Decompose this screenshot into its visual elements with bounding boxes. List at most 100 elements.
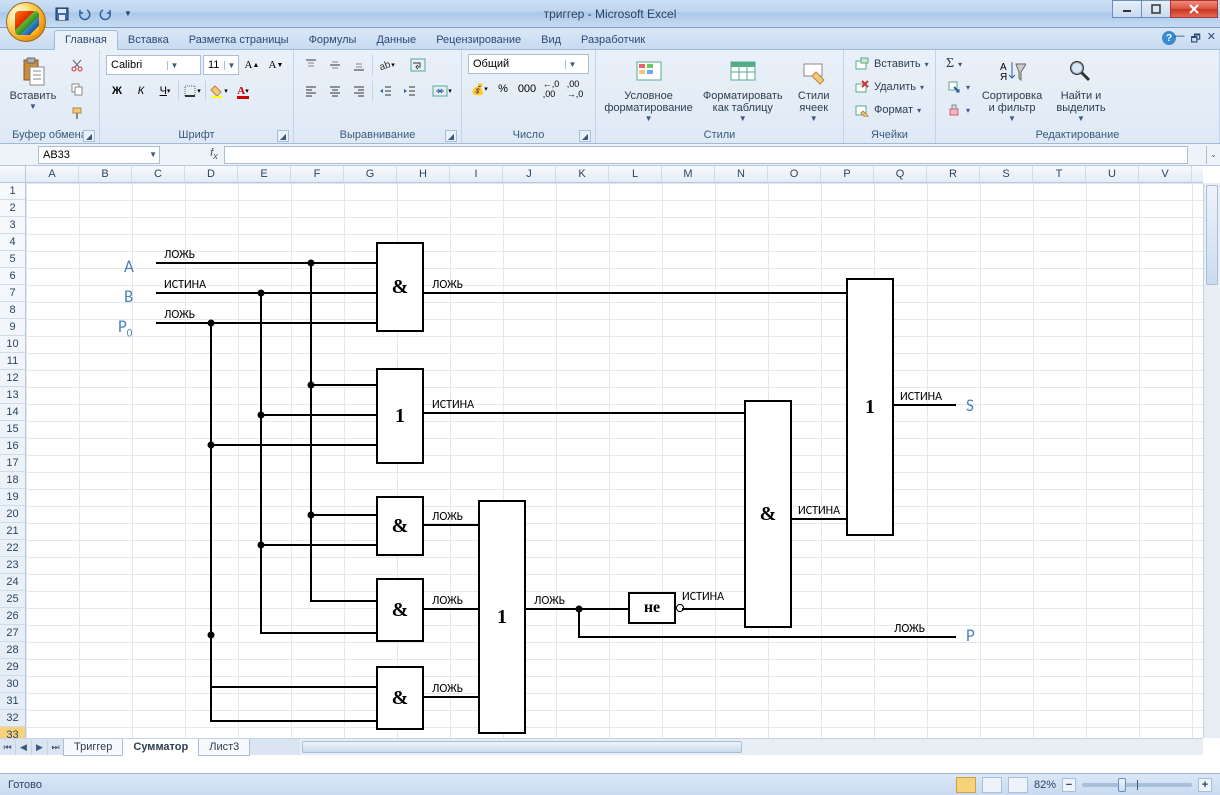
row-header[interactable]: 21 (0, 523, 25, 540)
mdi-restore[interactable]: 🗗 (1190, 30, 1200, 49)
column-header[interactable]: L (609, 166, 662, 182)
row-header[interactable]: 8 (0, 302, 25, 319)
mdi-minimize[interactable]: — (1173, 30, 1184, 49)
align-right-button[interactable] (348, 80, 370, 102)
column-header[interactable]: G (344, 166, 397, 182)
format-as-table-button[interactable]: Форматировать как таблицу▼ (701, 54, 784, 123)
view-normal-button[interactable] (956, 777, 976, 793)
column-header[interactable]: U (1086, 166, 1139, 182)
column-header[interactable]: N (715, 166, 768, 182)
row-header[interactable]: 17 (0, 455, 25, 472)
format-painter-button[interactable] (66, 102, 88, 124)
column-header[interactable]: O (768, 166, 821, 182)
number-dialog-launcher[interactable]: ◢ (579, 130, 591, 142)
wrap-text-button[interactable] (407, 54, 429, 76)
cell-styles-button[interactable]: Стили ячеек▼ (790, 54, 837, 123)
row-header[interactable]: 29 (0, 659, 25, 676)
border-button[interactable]: ▾ (181, 80, 203, 102)
column-header[interactable]: C (132, 166, 185, 182)
column-header[interactable]: S (980, 166, 1033, 182)
conditional-formatting-button[interactable]: Условное форматирование▼ (602, 54, 695, 123)
tab-home[interactable]: Главная (54, 30, 118, 50)
align-center-button[interactable] (324, 80, 346, 102)
vertical-scrollbar[interactable] (1203, 183, 1220, 738)
formula-expand[interactable]: ⌄ (1206, 146, 1220, 164)
zoom-slider[interactable] (1082, 783, 1192, 787)
align-left-button[interactable] (300, 80, 322, 102)
column-header[interactable]: B (79, 166, 132, 182)
row-header[interactable]: 24 (0, 574, 25, 591)
row-header[interactable]: 4 (0, 234, 25, 251)
sheet-nav-next[interactable]: ▶ (32, 740, 48, 755)
tab-view[interactable]: Вид (531, 31, 571, 49)
column-header[interactable]: K (556, 166, 609, 182)
underline-button[interactable]: Ч ▾ (154, 80, 176, 102)
tab-formulas[interactable]: Формулы (299, 31, 367, 49)
close-button[interactable] (1170, 0, 1218, 18)
sheet-tab-0[interactable]: Триггер (63, 739, 123, 756)
increase-indent-button[interactable] (399, 80, 421, 102)
format-cells-button[interactable]: Формат▾ (850, 100, 933, 120)
row-header[interactable]: 7 (0, 285, 25, 302)
column-header[interactable]: I (450, 166, 503, 182)
column-header[interactable]: H (397, 166, 450, 182)
column-header[interactable]: R (927, 166, 980, 182)
zoom-in-button[interactable]: + (1198, 778, 1212, 792)
orientation-button[interactable]: ab▾ (375, 54, 397, 76)
font-name-combo[interactable]: Calibri▼ (106, 55, 201, 75)
alignment-dialog-launcher[interactable]: ◢ (445, 130, 457, 142)
row-header[interactable]: 1 (0, 183, 25, 200)
column-header[interactable]: F (291, 166, 344, 182)
increase-decimal-button[interactable]: ←,0,00 (540, 78, 562, 100)
row-header[interactable]: 19 (0, 489, 25, 506)
office-button[interactable] (6, 2, 46, 42)
align-middle-button[interactable] (324, 54, 346, 76)
row-header[interactable]: 27 (0, 625, 25, 642)
column-header[interactable]: E (238, 166, 291, 182)
column-header[interactable]: V (1139, 166, 1192, 182)
number-format-combo[interactable]: Общий▼ (468, 54, 589, 74)
autosum-button[interactable]: Σ▾ (942, 54, 974, 74)
row-header[interactable]: 26 (0, 608, 25, 625)
sheet-nav-first[interactable]: ⏮ (0, 740, 16, 755)
sort-filter-button[interactable]: АЯ Сортировка и фильтр▼ (980, 54, 1044, 123)
decrease-decimal-button[interactable]: ,00→,0 (564, 78, 586, 100)
row-header[interactable]: 5 (0, 251, 25, 268)
comma-button[interactable]: 000 (516, 78, 538, 100)
grow-font-button[interactable]: A▲ (241, 54, 263, 76)
view-pagelayout-button[interactable] (982, 777, 1002, 793)
sheet-nav-prev[interactable]: ◀ (16, 740, 32, 755)
undo-icon[interactable] (76, 6, 92, 22)
redo-icon[interactable] (98, 6, 114, 22)
align-bottom-button[interactable] (348, 54, 370, 76)
column-header[interactable]: M (662, 166, 715, 182)
decrease-indent-button[interactable] (375, 80, 397, 102)
italic-button[interactable]: К (130, 80, 152, 102)
row-header[interactable]: 20 (0, 506, 25, 523)
align-top-button[interactable] (300, 54, 322, 76)
column-header[interactable]: P (821, 166, 874, 182)
find-select-button[interactable]: Найти и выделить▼ (1050, 54, 1112, 123)
row-header[interactable]: 9 (0, 319, 25, 336)
clear-button[interactable]: ▾ (942, 100, 974, 120)
zoom-out-button[interactable]: − (1062, 778, 1076, 792)
mdi-close[interactable]: ✕ (1207, 30, 1216, 49)
fx-icon[interactable]: fx (204, 147, 224, 161)
row-header[interactable]: 15 (0, 421, 25, 438)
row-header[interactable]: 32 (0, 710, 25, 727)
tab-developer[interactable]: Разработчик (571, 31, 655, 49)
row-header[interactable]: 16 (0, 438, 25, 455)
tab-insert[interactable]: Вставка (118, 31, 179, 49)
paste-button[interactable]: Вставить ▼ (6, 54, 60, 111)
row-header[interactable]: 28 (0, 642, 25, 659)
horizontal-scrollbar[interactable] (300, 738, 1203, 755)
row-header[interactable]: 10 (0, 336, 25, 353)
row-header[interactable]: 31 (0, 693, 25, 710)
row-header[interactable]: 11 (0, 353, 25, 370)
row-header[interactable]: 12 (0, 370, 25, 387)
row-header[interactable]: 3 (0, 217, 25, 234)
cell-grid[interactable]: A B P0 S P ЛОЖЬ ИСТИНА ЛОЖЬ (26, 183, 1203, 738)
insert-cells-button[interactable]: Вставить▾ (850, 54, 933, 74)
row-header[interactable]: 6 (0, 268, 25, 285)
row-header[interactable]: 25 (0, 591, 25, 608)
